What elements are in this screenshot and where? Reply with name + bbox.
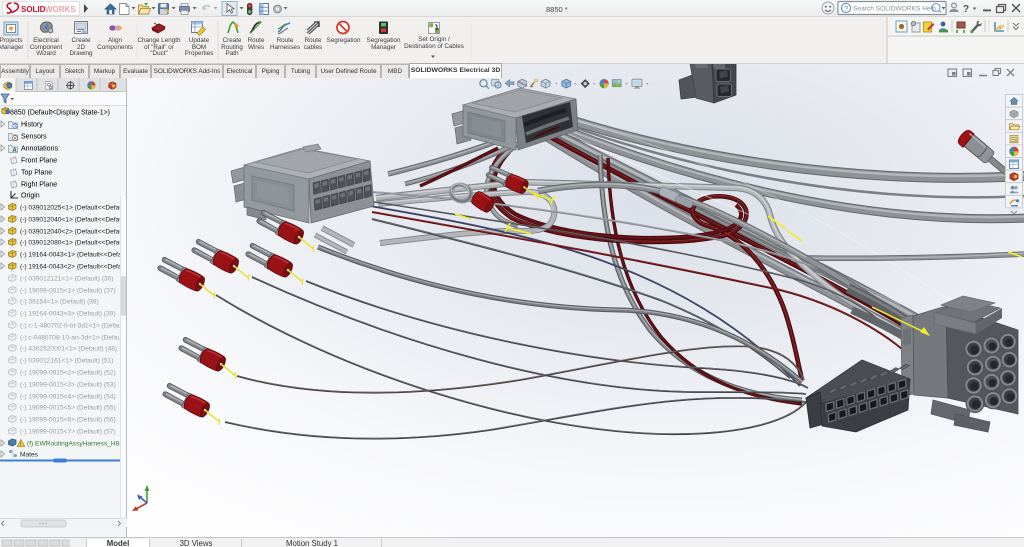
svg-text:(-) 36154<1> (Default) (38): (-) 36154<1> (Default) (38) — [20, 299, 99, 306]
svg-text:(-) 039012040<2> (Default<<Def: (-) 039012040<2> (Default<<Default — [20, 229, 121, 236]
svg-text:8850 (Default<Display State-1>: 8850 (Default<Display State-1>) — [10, 110, 110, 117]
svg-text:(f) EWRoutingAssyHarness_H8(: (f) EWRoutingAssyHarness_H8( — [27, 441, 121, 448]
svg-text:(-) 19099-0015<2> (Default) (5: (-) 19099-0015<2> (Default) (52) — [20, 370, 116, 377]
svg-text:(-) 19099-0015<7> (Default) (5: (-) 19099-0015<7> (Default) (57) — [20, 429, 116, 436]
svg-text:(-) 19099-0015<5> (Default) (5: (-) 19099-0015<5> (Default) (55) — [20, 405, 116, 412]
svg-text:Right Plane: Right Plane — [21, 182, 57, 189]
svg-text:(-) 039012121<1> (Default) (36: (-) 039012121<1> (Default) (36) — [20, 276, 113, 283]
svg-text:(-) 19164-0043<2> (Default<<De: (-) 19164-0043<2> (Default<<Defau — [20, 264, 121, 271]
svg-text:(-) 19099-0015<4> (Default) (5: (-) 19099-0015<4> (Default) (54) — [20, 394, 116, 401]
svg-text:(-) 19164-0043<1> (Default<<De: (-) 19164-0043<1> (Default<<Defau — [20, 252, 121, 259]
svg-text:(-) 039012040<1> (Default<<Def: (-) 039012040<1> (Default<<Default — [20, 217, 121, 224]
svg-text:(-) 19164-0043<3> (Default) (3: (-) 19164-0043<3> (Default) (39) — [20, 311, 116, 318]
svg-text:(-) 19099-0015<1> (Default) (3: (-) 19099-0015<1> (Default) (37) — [20, 288, 116, 295]
svg-text:Origin: Origin — [21, 193, 40, 200]
svg-text:Annotations: Annotations — [21, 146, 58, 153]
svg-text:Mates: Mates — [20, 452, 39, 459]
svg-text:Sensors: Sensors — [21, 134, 47, 141]
svg-text:(-) 039012025<1> (Default<<Def: (-) 039012025<1> (Default<<Default — [20, 205, 121, 212]
svg-text:Front Plane: Front Plane — [21, 158, 57, 165]
svg-text:?: ? — [844, 4, 848, 13]
svg-text:(-) 4302520001<1> (Default) (4: (-) 4302520001<1> (Default) (48) — [20, 346, 117, 353]
svg-text:History: History — [21, 122, 43, 129]
svg-text:(-) c-0480708-10-an-3d<1> (Def: (-) c-0480708-10-an-3d<1> (Default — [20, 335, 121, 342]
svg-text:SOLID: SOLID — [21, 5, 46, 14]
svg-text:(-) 19099-0015<6> (Default) (5: (-) 19099-0015<6> (Default) (56) — [20, 417, 116, 424]
svg-text:?: ? — [963, 4, 969, 15]
svg-text:Search SOLIDWORKS Help: Search SOLIDWORKS Help — [853, 6, 936, 13]
svg-text:(-) 039012080<1> (Default<<Def: (-) 039012080<1> (Default<<Default — [20, 240, 121, 247]
svg-text:A: A — [12, 148, 17, 154]
svg-text:(-) c-1-480702-0-bt-3d1<1> (De: (-) c-1-480702-0-bt-3d1<1> (Default — [20, 323, 121, 330]
svg-text:Top Plane: Top Plane — [21, 170, 52, 177]
svg-text:(-) 039012161<1> (Default) (51: (-) 039012161<1> (Default) (51) — [20, 358, 113, 365]
svg-text:WORKS: WORKS — [45, 5, 76, 14]
svg-text:(-) 19099-0015<3> (Default) (5: (-) 19099-0015<3> (Default) (53) — [20, 382, 116, 389]
